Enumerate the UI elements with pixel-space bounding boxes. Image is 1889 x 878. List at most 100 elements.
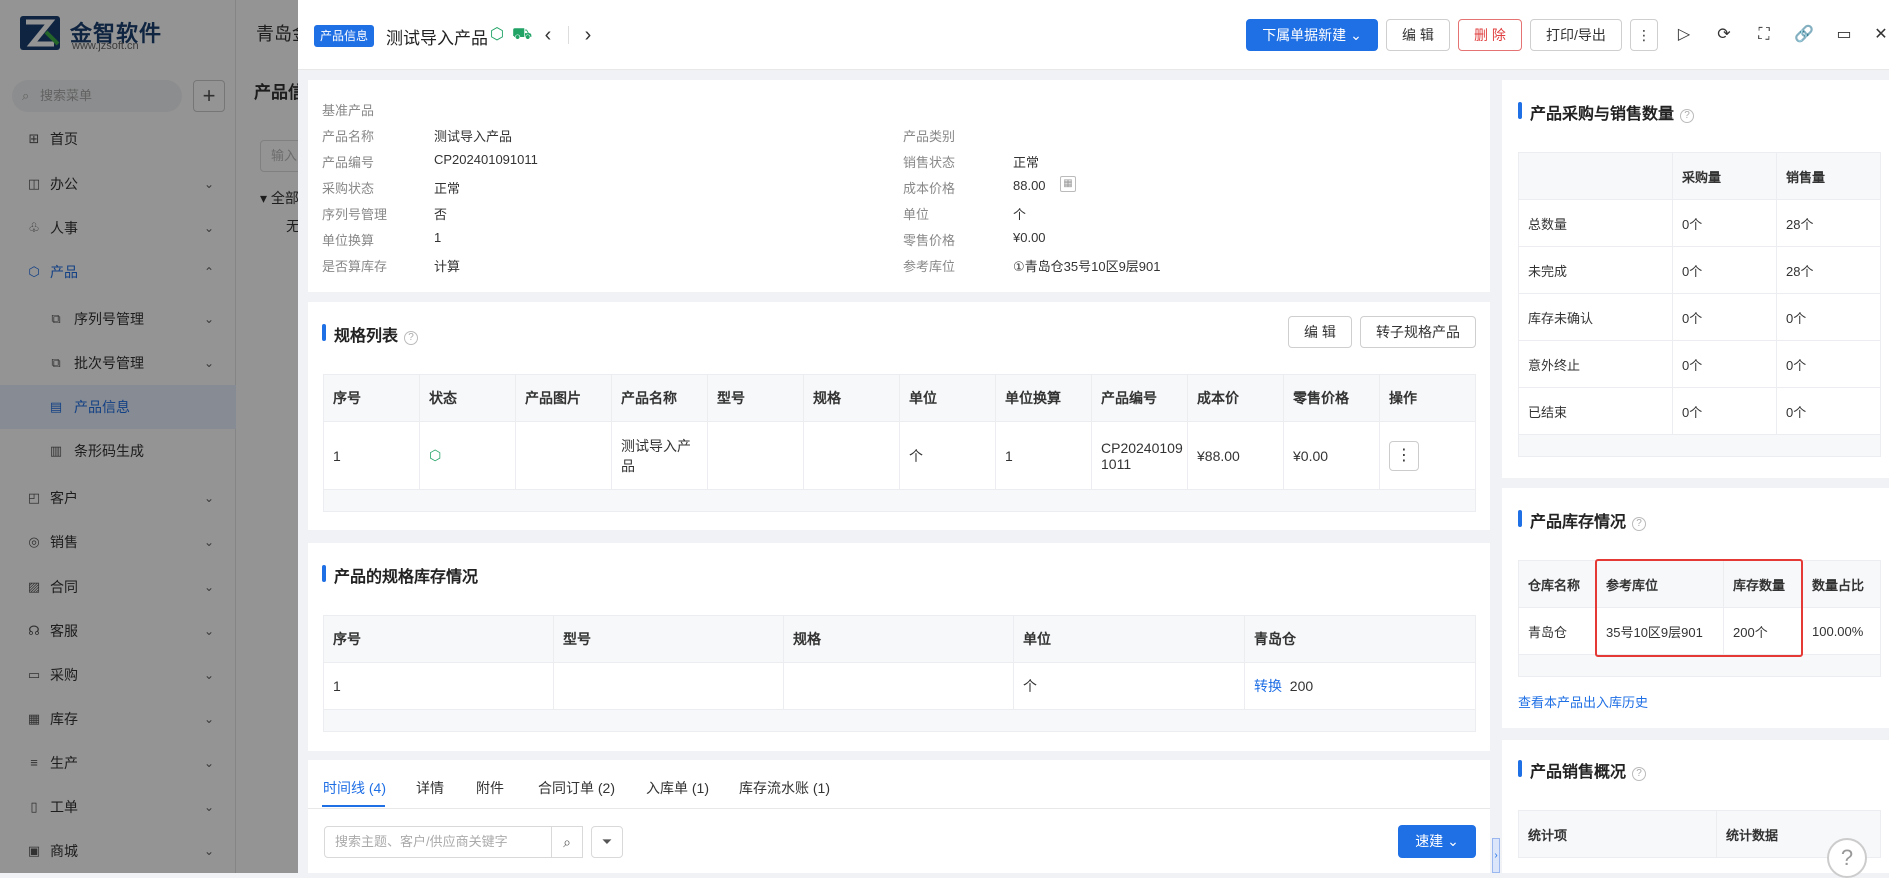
sales-qty-link[interactable]: 0个 [1776, 293, 1881, 341]
spec-stock-table: 序号 型号 规格 单位 青岛仓 1 个 转换 200 [323, 615, 1476, 732]
filter-button[interactable]: ⏷ [591, 826, 623, 858]
play-icon[interactable]: ▷ [1671, 22, 1697, 48]
conversion-cell: 1 [995, 421, 1092, 490]
quick-create-button[interactable]: 速建 ⌄ [1398, 825, 1476, 858]
calculator-icon[interactable]: ▦ [1060, 176, 1076, 192]
field-label: 产品编号 [322, 155, 375, 170]
sales-qty: 28个 [1776, 199, 1881, 247]
footer-cell [323, 489, 1476, 512]
table-header-row: 序号 型号 规格 单位 青岛仓 [323, 615, 1476, 663]
purchase-qty-link[interactable]: 0个 [1672, 293, 1777, 341]
table-header-row: 序号 状态 产品图片 产品名称 型号 规格 单位 单位换算 产品编号 成本价 零… [323, 374, 1476, 422]
stock-history-link[interactable]: 查看本产品出入库历史 [1518, 692, 1648, 711]
field-label: 单位 [903, 207, 930, 222]
purchase-qty-link[interactable]: 0个 [1672, 246, 1777, 294]
spec-cell [803, 421, 900, 490]
field-label: 成本价格 [903, 181, 956, 196]
row-number: 1 [323, 421, 420, 490]
table-row: 已结束 0个 0个 [1518, 387, 1881, 435]
search-button[interactable]: ⌕ [551, 826, 583, 858]
more-actions-button[interactable]: ⋮ [1630, 19, 1658, 51]
collapse-panel-handle[interactable]: › [1492, 838, 1500, 873]
column-header: 序号 [323, 374, 420, 422]
table-header-row: 统计项 统计数据 [1518, 810, 1881, 858]
sales-qty-link[interactable]: 28个 [1776, 246, 1881, 294]
spec-stock-title: 产品的规格库存情况 [322, 563, 478, 587]
table-footer-row [1518, 434, 1881, 457]
column-header: 状态 [419, 374, 516, 422]
ratio-cell: 100.00% [1802, 607, 1881, 655]
column-header: 产品编号 [1091, 374, 1188, 422]
field-label: 序列号管理 [322, 207, 388, 222]
purchase-sales-card: 产品采购与销售数量? 采购量 销售量 总数量 0个 28个 未完成 0个 28个 库存未… [1502, 80, 1889, 478]
help-float-button[interactable]: ? [1827, 838, 1867, 878]
purchase-sales-table: 采购量 销售量 总数量 0个 28个 未完成 0个 28个 库存未确认 0个 0个 意外终止… [1518, 152, 1881, 457]
refresh-icon[interactable]: ⟳ [1711, 22, 1737, 48]
tab-inbound-orders[interactable]: 入库单 (1) [646, 778, 709, 798]
product-name-line1[interactable]: 测试导入产 [621, 438, 691, 454]
spec-cell [783, 662, 1014, 710]
help-icon[interactable]: ? [404, 331, 419, 345]
spec-list-title: 规格列表? [322, 322, 419, 346]
product-name-line2[interactable]: 品 [621, 458, 635, 474]
footer-cell [1518, 434, 1881, 457]
tab-details[interactable]: 详情 [416, 778, 444, 798]
help-icon[interactable]: ? [1632, 767, 1647, 781]
sales-qty: 0个 [1776, 340, 1881, 388]
delete-button[interactable]: 删 除 [1458, 19, 1522, 51]
timeline-search-input[interactable]: 搜索主题、客户/供应商关键字 [324, 826, 552, 858]
image-cell [515, 421, 612, 490]
highlight-box [1595, 559, 1803, 657]
purchase-qty: 0个 [1672, 387, 1777, 435]
product-name-cell[interactable]: 测试导入产品 [611, 421, 708, 490]
drawer-header: 产品信息 测试导入产品 ⬡ ⛟ ‹ › 下属单据新建 ⌄ 编 辑 删 除 打印/… [298, 0, 1889, 70]
column-header: 产品图片 [515, 374, 612, 422]
help-icon[interactable]: ? [1632, 517, 1647, 531]
column-header: 零售价格 [1283, 374, 1380, 422]
convert-link[interactable]: 转换 [1254, 678, 1282, 694]
serial-management-value: 否 [434, 207, 448, 222]
print-export-button[interactable]: 打印/导出 [1530, 19, 1622, 51]
fullscreen-icon[interactable]: ⛶ [1751, 22, 1777, 48]
unit-cell: 个 [1013, 662, 1245, 710]
actions-cell: ⋮ [1379, 421, 1476, 490]
spec-table: 序号 状态 产品图片 产品名称 型号 规格 单位 单位换算 产品编号 成本价 零… [323, 374, 1476, 512]
sales-overview-table: 统计项 统计数据 [1518, 810, 1881, 858]
link-icon[interactable]: 🔗 [1791, 22, 1817, 48]
spec-edit-button[interactable]: 编 辑 [1288, 316, 1352, 348]
unit-value: 个 [1013, 207, 1027, 222]
convert-sub-spec-button[interactable]: 转子规格产品 [1360, 316, 1476, 348]
sales-status-value: 正常 [1013, 155, 1040, 170]
close-icon[interactable]: ✕ [1868, 22, 1889, 48]
tab-stock-ledger[interactable]: 库存流水账 (1) [739, 778, 830, 798]
table-header-row: 采购量 销售量 [1518, 152, 1881, 200]
cube-icon: ⬡ [429, 447, 442, 463]
help-icon[interactable]: ? [1680, 109, 1695, 123]
chevron-down-icon: ⌄ [1350, 27, 1362, 43]
code-line1: CP20240109 [1101, 439, 1183, 456]
active-tab-indicator [322, 805, 385, 807]
drawer-title: 测试导入产品 [386, 29, 488, 48]
column-header: 单位换算 [995, 374, 1092, 422]
field-label: 参考库位 [903, 259, 956, 274]
row-more-button[interactable]: ⋮ [1389, 440, 1419, 471]
tab-contract-orders[interactable]: 合同订单 (2) [538, 778, 615, 798]
row-label: 总数量 [1518, 199, 1673, 247]
column-header: 单位 [899, 374, 996, 422]
unit-conversion-value: 1 [434, 230, 442, 245]
column-header: 序号 [323, 615, 554, 663]
tab-attachments[interactable]: 附件 [476, 778, 504, 798]
next-record-button[interactable]: › [578, 22, 598, 48]
column-header: 规格 [803, 374, 900, 422]
new-subordinate-document-button[interactable]: 下属单据新建 ⌄ [1246, 19, 1378, 51]
edit-button[interactable]: 编 辑 [1386, 19, 1450, 51]
column-header: 规格 [783, 615, 1014, 663]
product-info-tag: 产品信息 [314, 25, 375, 47]
tab-timeline[interactable]: 时间线 (4) [323, 778, 386, 798]
stock-qty: 200 [1289, 678, 1314, 694]
sales-overview-title-text: 产品销售概况 [1530, 764, 1627, 781]
reference-location-value: ①青岛仓35号10区9层901 [1013, 259, 1161, 274]
laptop-icon[interactable]: ▭ [1831, 22, 1857, 48]
previous-record-button[interactable]: ‹ [538, 22, 558, 48]
field-label: 零售价格 [903, 233, 956, 248]
